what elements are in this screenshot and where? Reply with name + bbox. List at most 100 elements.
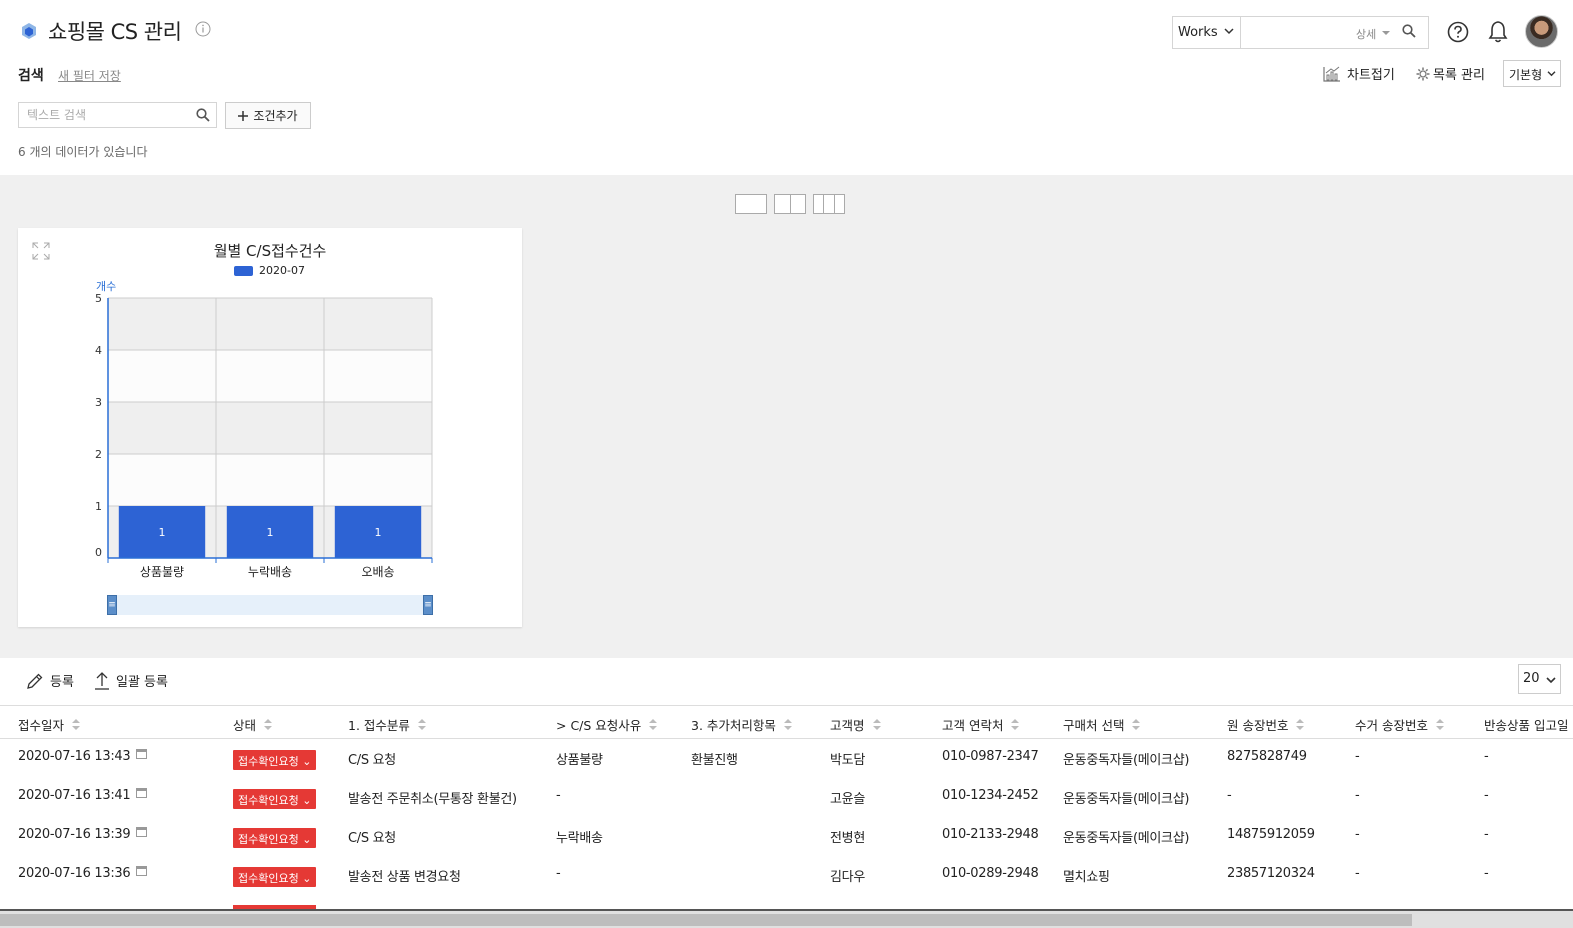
column-header-reason[interactable]: > C/S 요청사유 [556,715,658,734]
cell-phone-text: 010-0289-2948 [942,866,1039,881]
layout-1-column-button[interactable] [735,194,767,214]
column-header-invoice[interactable]: 원 송장번호 [1227,715,1305,734]
layout-2-column-button[interactable] [774,194,806,214]
cell-category: 발송전 주문취소(무통장 환불건) [348,788,517,807]
status-badge-label: 접수확인요청 [238,833,299,846]
bar-value-label: 1 [267,526,274,539]
window-icon[interactable] [136,827,148,837]
bar-chart: 0 1 2 3 4 5개수 1 상품불량 1 누락배송 1 오배송 [95,280,433,579]
x-tick-label: 오배송 [361,565,394,579]
cell-date-text: 2020-07-16 13:36 [18,866,131,881]
status-badge-label: 접수확인요청 [238,872,299,885]
register-button[interactable]: 등록 [26,671,74,690]
chevron-down-icon: ⌄ [298,833,312,846]
detail-search-link[interactable]: 상세 [1356,26,1376,42]
table-row[interactable]: 2020-07-16 13:39 C/S 요청 누락배송 전병현 010-2133-29… [0,817,1573,856]
cell-phone-text: 010-1234-2452 [942,788,1039,803]
page-size-value: 20 [1523,671,1540,686]
cell-date-text: 2020-07-16 13:43 [18,749,131,764]
register-label: 등록 [50,675,74,690]
scrollbar-thumb[interactable] [0,914,1412,926]
range-handle-right[interactable]: ≡ [423,595,433,615]
column-header-date[interactable]: 접수일자 [18,715,81,734]
column-header-label: 고객명 [830,718,865,733]
cell-reason-text: 누락배송 [556,831,603,846]
chart-area: 월별 C/S접수건수 2020-07 0 1 2 3 4 5 개수 1 상품불량 1 누락배송 1 오배… [0,175,1573,658]
table-row[interactable]: 2020-07-16 13:43 C/S 요청 상품불량 환불진행 박도담 010-098… [0,739,1573,778]
view-mode-select[interactable]: 기본형 [1503,60,1561,87]
cell-category: C/S 요청 [348,827,396,846]
chevron-down-icon [1224,28,1234,35]
cell-invoice-text: 8275828749 [1227,749,1307,764]
status-badge[interactable]: 접수확인요청 ⌄ [233,789,317,809]
sort-icon[interactable] [72,719,81,730]
page-size-select[interactable]: 20 [1518,664,1561,694]
sort-icon[interactable] [417,719,426,730]
cell-shop: 운동중독자들(메이크샵) [1063,749,1189,768]
data-count-text: 6 개의 데이터가 있습니다 [18,145,148,159]
cell-customer-name-text: 고윤슬 [830,792,865,807]
range-handle-left[interactable]: ≡ [107,595,117,615]
add-condition-button[interactable]: 조건추가 [225,102,311,129]
sort-icon[interactable] [872,719,881,730]
search-icon[interactable] [196,108,210,122]
status-badge[interactable]: 접수확인요청 ⌄ [233,750,317,770]
user-avatar[interactable] [1525,15,1558,48]
window-icon[interactable] [136,749,148,759]
info-icon[interactable] [195,21,211,37]
list-manage-button[interactable]: 목록 관리 [1416,64,1485,83]
column-header-returned-date[interactable]: 반송상품 입고일 [1484,715,1568,734]
chart-range-slider[interactable]: ≡ ≡ [107,595,433,615]
window-icon[interactable] [136,788,148,798]
bell-icon[interactable] [1488,20,1508,44]
sort-icon[interactable] [1435,719,1444,730]
column-header-label: 3. 추가처리항목 [691,718,776,733]
sort-icon[interactable] [264,719,273,730]
column-header-status[interactable]: 상태 [233,715,273,734]
status-badge-label: 접수확인요청 [238,794,299,807]
layout-3-column-button[interactable] [813,194,845,214]
chevron-down-icon [1547,71,1556,77]
status-badge[interactable]: 접수확인요청 ⌄ [233,867,317,887]
caret-down-icon [1382,31,1390,35]
sort-icon[interactable] [1296,719,1305,730]
save-filter-link[interactable]: 새 필터 저장 [58,67,121,84]
column-header-pickup-invoice[interactable]: 수거 송장번호 [1355,715,1444,734]
table-row[interactable]: 2020-07-16 13:41 발송전 주문취소(무통장 환불건) - 고윤슬 010… [0,778,1573,817]
table-row[interactable]: 2020-07-16 13:36 발송전 상품 변경요청 - 김다우 010-0289-… [0,856,1573,895]
cell-phone: 010-0987-2347 [942,749,1039,764]
bulk-register-button[interactable]: 일괄 등록 [94,671,168,690]
help-icon[interactable] [1447,21,1469,43]
cell-returned-date-text: - [1484,827,1489,842]
text-search-input[interactable] [19,103,189,127]
cell-pickup-invoice: - [1355,749,1360,764]
search-icon[interactable] [1402,24,1416,38]
column-header-label: 구매처 선택 [1063,718,1125,733]
chart-collapse-button[interactable]: 차트접기 [1323,64,1395,83]
works-select[interactable]: Works [1173,17,1241,48]
sort-icon[interactable] [1011,719,1020,730]
column-header-extra[interactable]: 3. 추가처리항목 [691,715,792,734]
list-toolbar: 등록 일괄 등록 20 [0,660,1573,704]
bar-value-label: 1 [159,526,166,539]
window-icon[interactable] [136,866,148,876]
column-header-label: 원 송장번호 [1227,718,1289,733]
cell-invoice: 14875912059 [1227,827,1315,842]
column-header-category[interactable]: 1. 접수분류 [348,715,426,734]
sort-icon[interactable] [1132,719,1141,730]
list-manage-label: 목록 관리 [1433,68,1485,83]
cell-date: 2020-07-16 13:41 [18,788,148,803]
cell-invoice: - [1227,788,1232,803]
column-divider [834,195,835,213]
column-header-shop[interactable]: 구매처 선택 [1063,715,1141,734]
plus-icon [238,110,249,121]
sort-icon[interactable] [649,719,658,730]
column-header-phone[interactable]: 고객 연락처 [942,715,1020,734]
horizontal-scrollbar[interactable] [0,909,1573,928]
chevron-down-icon: ⌄ [298,755,312,768]
sort-icon[interactable] [783,719,792,730]
column-header-customer-name[interactable]: 고객명 [830,715,881,734]
chart-collapse-label: 차트접기 [1347,68,1395,83]
column-header-label: 접수일자 [18,718,65,733]
status-badge[interactable]: 접수확인요청 ⌄ [233,828,317,848]
